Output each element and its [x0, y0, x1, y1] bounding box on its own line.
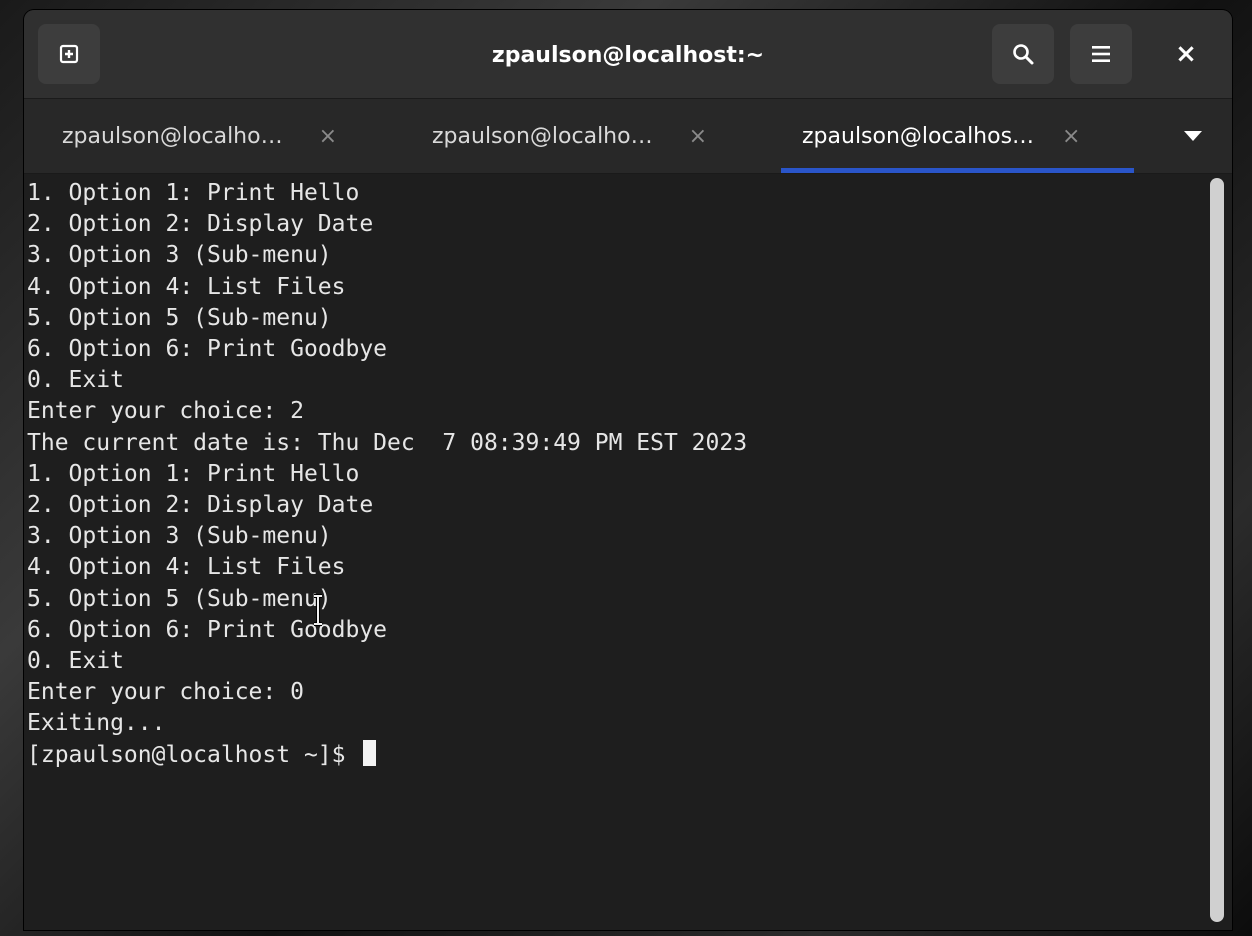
search-button[interactable] — [992, 24, 1054, 84]
terminal-line: 5. Option 5 (Sub-menu) — [27, 585, 332, 612]
terminal-area[interactable]: 1. Option 1: Print Hello 2. Option 2: Di… — [24, 174, 1232, 930]
tab-2-label: zpaulson@localho… — [432, 123, 653, 149]
new-tab-button[interactable] — [38, 24, 100, 84]
tab-list-dropdown-button[interactable] — [1168, 99, 1218, 173]
terminal-scrollbar[interactable] — [1210, 178, 1224, 922]
terminal-line: 0. Exit — [27, 648, 124, 675]
tab-1[interactable]: zpaulson@localho… × — [62, 99, 412, 173]
terminal-line: 3. Option 3 (Sub-menu) — [27, 242, 332, 269]
tab-3-close-icon[interactable]: × — [1062, 124, 1080, 149]
terminal-line: The current date is: Thu Dec 7 08:39:49 … — [27, 429, 748, 456]
terminal-line: 2. Option 2: Display Date — [27, 211, 374, 238]
new-tab-icon — [59, 44, 79, 64]
terminal-line: 3. Option 3 (Sub-menu) — [27, 523, 332, 550]
tab-2[interactable]: zpaulson@localho… × — [432, 99, 782, 173]
terminal-line: 5. Option 5 (Sub-menu) — [27, 304, 332, 331]
terminal-line: 1. Option 1: Print Hello — [27, 460, 360, 487]
terminal-output[interactable]: 1. Option 1: Print Hello 2. Option 2: Di… — [27, 178, 747, 771]
terminal-line: 1. Option 1: Print Hello — [27, 180, 360, 206]
terminal-line: Enter your choice: 0 — [27, 679, 304, 706]
text-cursor — [363, 739, 377, 766]
terminal-line: 6. Option 6: Print Goodbye — [27, 336, 388, 363]
terminal-line: 0. Exit — [27, 367, 124, 394]
tab-2-close-icon[interactable]: × — [689, 124, 707, 149]
hamburger-menu-icon — [1092, 46, 1110, 62]
ibeam-pointer-icon — [314, 594, 322, 626]
headerbar: zpaulson@localhost:~ × — [24, 10, 1232, 99]
close-window-button[interactable]: × — [1156, 24, 1216, 84]
tab-3-active[interactable]: zpaulson@localhos… × — [781, 99, 1134, 173]
tab-3-label: zpaulson@localhos… — [802, 123, 1035, 149]
main-menu-button[interactable] — [1070, 24, 1132, 84]
tab-1-close-icon[interactable]: × — [319, 124, 337, 149]
terminal-line: Enter your choice: 2 — [27, 398, 304, 425]
search-icon — [1013, 44, 1034, 65]
terminal-line: Exiting... — [27, 710, 166, 737]
terminal-line: 4. Option 4: List Files — [27, 273, 346, 300]
terminal-line: 2. Option 2: Display Date — [27, 492, 374, 519]
chevron-down-icon — [1184, 131, 1202, 141]
tab-bar: zpaulson@localho… × zpaulson@localho… × … — [24, 99, 1232, 174]
terminal-window: zpaulson@localhost:~ × zpaulson@localho…… — [24, 10, 1232, 930]
shell-prompt: [zpaulson@localhost ~]$ — [27, 741, 360, 768]
terminal-line: 4. Option 4: List Files — [27, 554, 346, 581]
terminal-line: 6. Option 6: Print Goodbye — [27, 616, 388, 643]
close-icon: × — [1175, 39, 1197, 69]
tab-1-label: zpaulson@localho… — [62, 123, 283, 149]
